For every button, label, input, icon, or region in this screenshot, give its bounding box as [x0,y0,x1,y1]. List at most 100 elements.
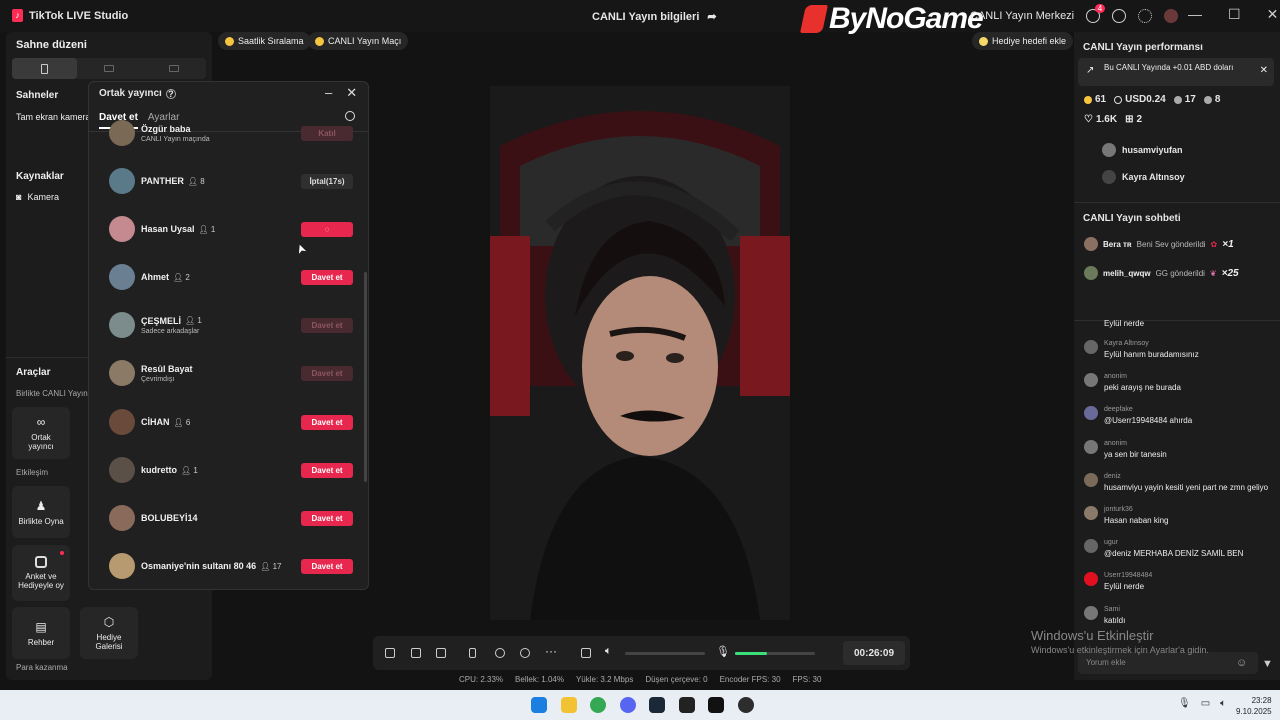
mic-level-fill [735,652,767,655]
chat-message[interactable]: Userr19948484 Eylül nerde [1084,572,1274,591]
watermark: ByNoGame [800,2,984,36]
chat-message[interactable]: jonturk36 Hasan naban king [1084,506,1274,525]
chat-message[interactable]: deepfake @Userr19948484 ahırda [1084,406,1274,425]
co-host-tool[interactable]: ∞ Ortak yayıncı [12,407,70,459]
live-center-link[interactable]: CANLI Yayın Merkezi [970,10,1074,22]
message-author: Sami [1104,606,1120,613]
steam-icon[interactable] [649,697,665,713]
settings-icon[interactable] [520,648,530,658]
avatar [109,553,135,579]
phone-icon[interactable] [469,648,476,658]
help-icon[interactable] [1112,9,1127,23]
app-icon[interactable] [738,697,754,713]
follower-count: 👤︎ 17 [260,562,281,571]
invite-button[interactable]: Davet et [301,269,353,285]
co-host-row: PANTHER 👤︎ 8 İptal(17s) [109,166,353,196]
chat-message[interactable]: ugur @deniz MERHABA DENİZ SAMİL BEN [1084,539,1274,558]
scrollbar[interactable] [364,272,367,482]
play-together-tool[interactable]: ♟ Birlikte Oyna [12,486,70,538]
app-icon[interactable] [679,697,695,713]
message-author: deepfake [1104,406,1133,413]
layout-selector [12,58,206,79]
gift-gallery-tool[interactable]: ⬡ Hediye Galerisi [80,607,138,659]
help-icon[interactable]: ? [165,88,176,99]
live-info-button[interactable]: CANLI Yayın bilgileri ➦ [592,10,717,24]
avatar [1084,237,1098,251]
discord-icon[interactable] [620,697,636,713]
screen-add-icon[interactable] [411,648,421,658]
avatar [1102,170,1116,184]
record-icon[interactable] [495,648,505,658]
file-explorer-icon[interactable] [561,697,577,713]
loading-button[interactable]: ◌ [301,221,353,237]
invite-button[interactable]: Davet et [301,317,353,333]
close-icon[interactable]: ✕ [346,85,357,101]
speaker-icon[interactable]: 🔈︎ [605,645,612,658]
avatar [1084,373,1098,387]
bell-icon[interactable]: 4 [1086,4,1106,23]
chat-message[interactable]: anonim peki arayış ne burada [1084,373,1274,392]
invite-button[interactable]: İptal(17s) [301,173,353,189]
message-body: Sami katıldı [1104,606,1125,625]
chat-message[interactable]: deniz husamviyu yayin kesiti yeni part ne… [1084,473,1274,492]
co-host-row: Özgür baba CANLI Yayın maçında Katıl [109,118,353,148]
avatar[interactable] [1164,9,1179,23]
invite-button[interactable]: Davet et [301,462,353,478]
avatar [109,409,135,435]
volume-slider[interactable] [625,652,705,655]
co-host-row: CİHAN 👤︎ 6 Davet et [109,407,353,437]
close-icon[interactable]: ✕ [1260,65,1268,76]
close-icon[interactable]: ✕ [1267,6,1279,23]
layout-landscape-button[interactable] [77,58,142,79]
live-match-pill[interactable]: CANLI Yayın Maçı [308,32,409,50]
avatar [109,120,135,146]
network-icon[interactable]: ▭ [1201,698,1210,709]
mic-level-meter[interactable] [735,652,815,655]
minimize-icon[interactable]: — [1188,6,1202,23]
gear-icon[interactable] [1138,9,1153,23]
chat-message[interactable]: anonim ya sen bir tanesin [1084,440,1274,459]
volume-icon[interactable]: 🔈︎ [1220,698,1226,709]
user-info: Resûl Bayat Çevrimdışı [141,364,193,383]
emoji-icon[interactable]: ☺ [1236,657,1247,669]
chat-message[interactable]: Sami katıldı [1084,606,1274,625]
send-icon[interactable]: ▼ [1262,658,1273,670]
chat-message[interactable]: Kayra Altınsoy Eylül hanım buradamısınız [1084,340,1274,359]
user-name-text: Özgür baba [141,123,191,134]
message-body: deniz husamviyu yayin kesiti yeni part ne… [1104,473,1268,492]
user-info: Ahmet 👤︎ 2 [141,272,190,282]
clock[interactable]: 23:28 9.10.2025 [1236,695,1272,717]
hourly-ranking-pill[interactable]: Saatlik Sıralama [218,32,311,50]
layout-dual-button[interactable] [141,58,206,79]
invite-button[interactable]: Davet et [301,414,353,430]
chat-message[interactable]: Eylül nerde [1084,319,1274,333]
windows-start-icon[interactable] [531,697,547,713]
microphone-icon[interactable]: 🎙︎ [716,645,730,658]
gift-goal-pill[interactable]: Hediye hedefi ekle [972,32,1074,50]
invite-button[interactable]: Davet et [301,510,353,526]
poll-tool[interactable]: Anket ve Hediyeyle oy [12,545,70,601]
chrome-icon[interactable] [590,697,606,713]
scene-layout-title: Sahne düzeni [16,39,87,51]
minimize-icon[interactable]: – [325,85,332,101]
divider [1074,202,1280,203]
layout-portrait-button[interactable] [12,58,77,79]
tiktok-icon[interactable] [708,697,724,713]
invite-button[interactable]: Davet et [301,558,353,574]
mic-icon[interactable]: 🎙︎ [1178,698,1191,709]
viewer-row[interactable]: husamviyufan [1102,143,1183,157]
magic-icon[interactable] [385,648,395,658]
rose-gift-icon: ✿ [1210,239,1218,249]
goal-icon [979,36,988,46]
viewer-row[interactable]: Kayra Altınsoy [1102,170,1185,184]
more-icon[interactable]: ··· [545,644,557,658]
invite-button[interactable]: Katıl [301,125,353,141]
mixer-icon[interactable] [581,648,591,658]
window-icon[interactable] [436,648,446,658]
comment-input[interactable]: Yorum ekle [1078,652,1258,674]
maximize-icon[interactable]: ☐ [1228,6,1241,23]
source-camera[interactable]: ◙ Kamera [16,192,59,202]
scene-item[interactable]: Tam ekran kamera [16,112,88,122]
guide-tool[interactable]: ▤ Rehber [12,607,70,659]
invite-button[interactable]: Davet et [301,365,353,381]
